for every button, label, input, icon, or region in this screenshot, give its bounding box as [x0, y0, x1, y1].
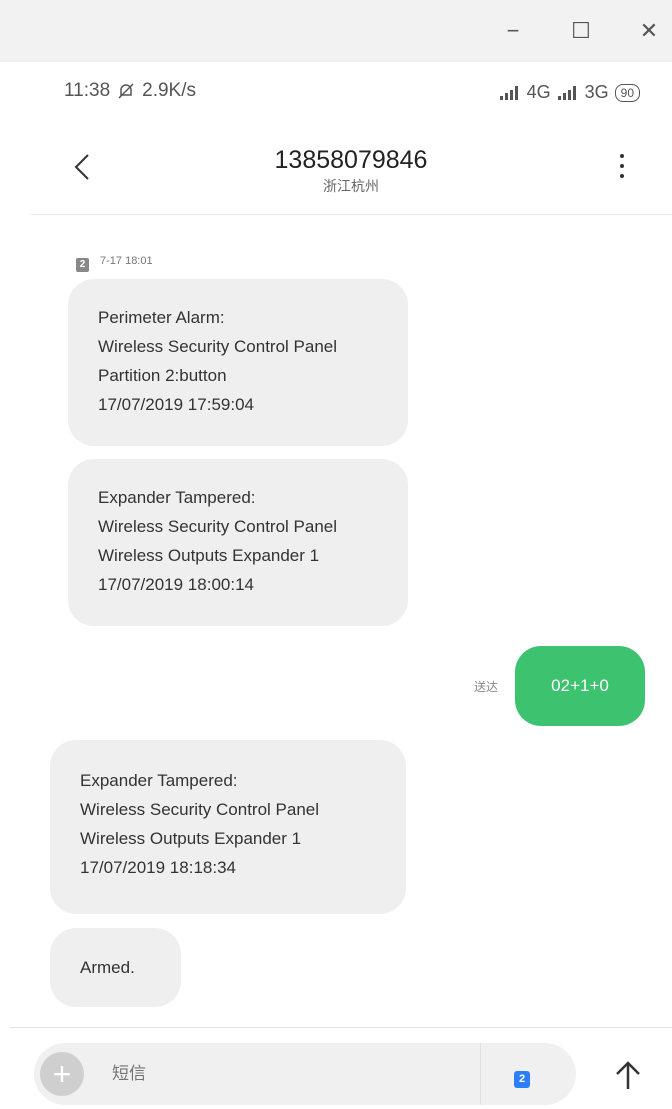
battery-icon: 90 — [614, 83, 640, 102]
bell-off-icon — [118, 83, 134, 99]
message-line: Partition 2:button — [98, 366, 227, 385]
close-button[interactable]: ✕ — [634, 16, 664, 46]
composer-separator — [480, 1043, 481, 1105]
message-line: Wireless Security Control Panel — [80, 800, 320, 819]
contact-number: 13858079846 — [274, 146, 428, 174]
message-line: 17/07/2019 18:18:34 — [80, 858, 236, 877]
sent-message-text: 02+1+0 — [551, 676, 609, 695]
message-line: Wireless Security Control Panel — [98, 337, 338, 356]
send-arrow-icon[interactable] — [608, 1055, 648, 1095]
message-line: Wireless Security Control Panel — [98, 517, 338, 536]
composer-divider — [10, 1027, 672, 1028]
network-type-1: 4G — [526, 82, 551, 102]
message-line: 17/07/2019 17:59:04 — [98, 395, 254, 414]
battery-level: 90 — [620, 85, 634, 100]
message-input[interactable] — [110, 1063, 474, 1085]
composer-bar: + 2 — [34, 1043, 576, 1105]
network-type-2: 3G — [584, 82, 609, 102]
received-message[interactable]: Armed. — [50, 928, 181, 1007]
add-attachment-button[interactable]: + — [40, 1052, 84, 1096]
delivery-status: 送达 — [474, 680, 499, 694]
received-message[interactable]: Expander Tampered: Wireless Security Con… — [68, 459, 408, 626]
message-line: Perimeter Alarm: — [98, 308, 225, 327]
message-line: Wireless Outputs Expander 1 — [80, 829, 302, 848]
sent-message[interactable]: 02+1+0 — [515, 646, 645, 726]
contact-location: 浙江杭州 — [323, 178, 379, 194]
message-line: Expander Tampered: — [80, 771, 238, 790]
signal-icon-2 — [557, 85, 576, 100]
message-line: Expander Tampered: — [98, 488, 256, 507]
message-timestamp: 7-17 18:01 — [100, 255, 153, 267]
network-speed: 2.9K/s — [142, 80, 197, 101]
sim-badge: 2 — [76, 258, 89, 272]
message-line: Armed. — [80, 958, 135, 977]
status-bar-left: 11:38 2.9K/s — [64, 80, 196, 102]
received-message[interactable]: Perimeter Alarm: Wireless Security Contr… — [68, 279, 408, 446]
plus-icon: + — [52, 1055, 72, 1092]
received-message[interactable]: Expander Tampered: Wireless Security Con… — [50, 740, 406, 914]
message-line: Wireless Outputs Expander 1 — [98, 546, 320, 565]
minimize-button[interactable]: − — [498, 16, 528, 46]
clock: 11:38 — [64, 80, 111, 101]
more-options-icon[interactable] — [618, 154, 626, 186]
maximize-button[interactable]: ☐ — [566, 16, 596, 46]
window-titlebar: − ☐ ✕ — [0, 0, 672, 62]
status-bar-right: 4G 3G 90 — [499, 82, 640, 103]
signal-icon — [499, 85, 518, 100]
message-line: 17/07/2019 18:00:14 — [98, 575, 254, 594]
header-divider — [30, 214, 672, 215]
sim-select-button[interactable]: 2 — [514, 1071, 530, 1088]
